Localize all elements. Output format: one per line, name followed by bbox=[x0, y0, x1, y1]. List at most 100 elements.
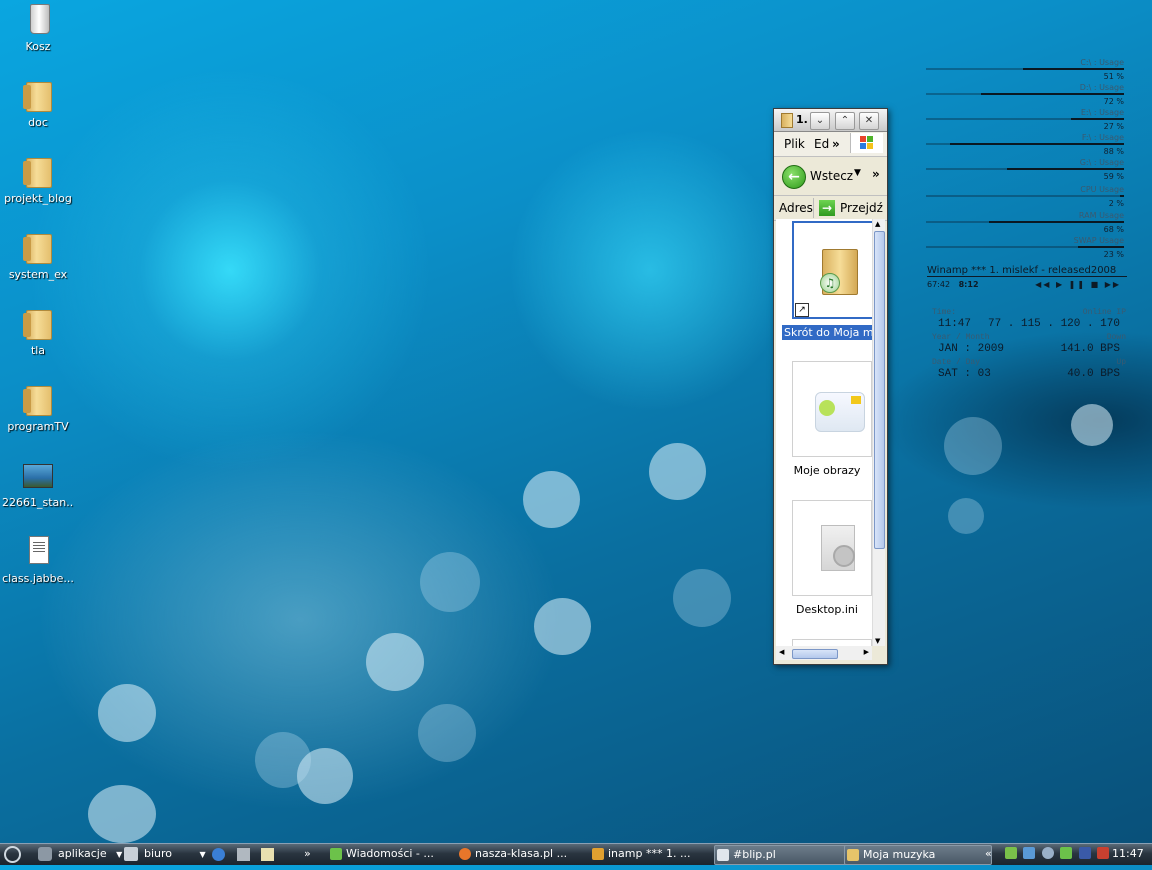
usage-bar-fill bbox=[989, 221, 1124, 223]
monitor-label: G:\ : Usage bbox=[1079, 158, 1124, 167]
toolbar: ← Wstecz ▼ » bbox=[774, 157, 887, 196]
usage-bar-fill bbox=[1120, 195, 1124, 197]
desktop-icon-label: system_ex bbox=[8, 268, 68, 281]
start-menu-label: aplikacje bbox=[58, 847, 107, 860]
usage-bar bbox=[926, 118, 1124, 120]
music-note-icon: ♫ bbox=[820, 273, 840, 293]
desktop-icon-image-file[interactable]: 22661_stan... bbox=[2, 458, 74, 509]
item-thumbnail bbox=[792, 500, 872, 596]
usage-bar-fill bbox=[949, 143, 1124, 145]
desktop-icon-system-ex[interactable]: system_ex bbox=[2, 230, 74, 281]
file-item-shortcut[interactable]: ♫ ↗ Skrót do Moja mu bbox=[782, 221, 872, 340]
winamp-controls[interactable]: ◀◀ ▶ ❚❚ ■ ▶▶ bbox=[1035, 280, 1121, 289]
back-dropdown-icon[interactable]: ▼ bbox=[854, 168, 861, 178]
monitor-value: 68 % bbox=[1103, 225, 1124, 234]
go-arrow-icon[interactable]: → bbox=[819, 200, 835, 216]
desktop-icon-label: 22661_stan... bbox=[2, 496, 74, 509]
back-arrow-icon[interactable]: ← bbox=[782, 165, 806, 189]
back-button-label[interactable]: Wstecz bbox=[810, 169, 853, 183]
file-item-pictures[interactable]: Moje obrazy bbox=[782, 361, 872, 478]
date-day-label: Date / Day bbox=[932, 358, 981, 367]
winamp-time: 67:42 8:12 ◀◀ ▶ ❚❚ ■ ▶▶ bbox=[927, 280, 1127, 289]
item-caption: Skrót do Moja mu bbox=[782, 325, 872, 340]
security-icon[interactable] bbox=[1097, 847, 1109, 859]
scroll-down-icon[interactable]: ▼ bbox=[875, 637, 880, 645]
file-item-partial[interactable] bbox=[782, 639, 872, 646]
task-label: Moja muzyka bbox=[863, 848, 936, 861]
item-thumbnail bbox=[792, 639, 872, 646]
monitor-label: D:\ : Usage bbox=[1079, 83, 1124, 92]
package-icon[interactable] bbox=[236, 847, 250, 861]
office-icon bbox=[124, 847, 138, 861]
monitor-value: 51 % bbox=[1103, 72, 1124, 81]
usage-bar-fill bbox=[1070, 118, 1124, 120]
winamp-total: 8:12 bbox=[958, 280, 979, 289]
menu-edit[interactable]: Ed bbox=[814, 137, 829, 151]
desktop-icon-projekt-blog[interactable]: projekt_blog bbox=[2, 154, 74, 205]
usage-bar-fill bbox=[1007, 168, 1124, 170]
task-button[interactable]: Moja muzyka bbox=[844, 845, 992, 865]
scrollbar-thumb[interactable] bbox=[792, 649, 838, 659]
notepad-icon[interactable] bbox=[261, 847, 274, 861]
maximize-button[interactable]: ⌃ bbox=[835, 112, 855, 130]
task-button[interactable]: Wiadomości - ... bbox=[328, 845, 468, 863]
chevron-down-icon[interactable]: ⌄ bbox=[810, 112, 830, 130]
go-button-label[interactable]: Przejdź bbox=[840, 201, 883, 215]
chat-icon bbox=[330, 848, 342, 860]
monitor-label: SWAP Usage bbox=[1073, 236, 1124, 245]
file-view[interactable]: ♫ ↗ Skrót do Moja mu Moje obrazy Desktop… bbox=[776, 219, 872, 646]
item-thumbnail bbox=[792, 361, 872, 457]
window-icon bbox=[717, 849, 729, 861]
desktop-icon-tla[interactable]: tla bbox=[2, 306, 74, 357]
desktop-icon-label: projekt_blog bbox=[4, 192, 72, 205]
desktop-icon-doc[interactable]: doc bbox=[2, 78, 74, 129]
monitor-value: 72 % bbox=[1103, 97, 1124, 106]
start-menu-button[interactable]: aplikacje ▼ bbox=[38, 844, 122, 865]
monitor-label: F:\ : Usage bbox=[1081, 133, 1124, 142]
item-caption: Desktop.ini bbox=[796, 603, 858, 616]
scroll-right-icon[interactable]: ▶ bbox=[864, 648, 869, 656]
quick-launch-chevron[interactable]: » bbox=[304, 844, 311, 865]
scroll-up-icon[interactable]: ▲ bbox=[875, 220, 880, 228]
vertical-scrollbar[interactable]: ▲ ▼ bbox=[872, 219, 885, 646]
file-item-desktop-ini[interactable]: Desktop.ini bbox=[782, 500, 872, 617]
task-button[interactable]: inamp *** 1. ... bbox=[590, 845, 726, 863]
desktop-icon-text-file[interactable]: class.jabbe... bbox=[2, 534, 74, 585]
desktop-icon-label: Kosz bbox=[25, 40, 51, 53]
address-bar: Adres → Przejdź bbox=[774, 196, 887, 221]
window-titlebar[interactable]: 1. ⌄ ⌃ ✕ bbox=[774, 109, 887, 132]
monitor-row: C:\ : Usage 51 % bbox=[926, 58, 1124, 82]
toolbar-more-chevron[interactable]: » bbox=[872, 167, 880, 181]
desktop-icon-programtv[interactable]: programTV bbox=[2, 382, 74, 433]
scrollbar-thumb[interactable] bbox=[874, 231, 885, 549]
folder-icon bbox=[778, 112, 793, 128]
down-label: Down bbox=[1106, 333, 1126, 342]
up-label: Up bbox=[1116, 358, 1126, 367]
text-file-icon bbox=[29, 536, 49, 564]
close-button[interactable]: ✕ bbox=[859, 112, 879, 130]
task-button[interactable]: #blip.pl bbox=[714, 845, 858, 865]
folder-icon bbox=[23, 234, 52, 264]
explorer-window[interactable]: 1. ⌄ ⌃ ✕ Plik Ed » ← Wstecz ▼ » Adres → … bbox=[773, 108, 888, 665]
menu-bar: Plik Ed » bbox=[774, 132, 887, 157]
power-icon[interactable] bbox=[4, 844, 21, 865]
messenger-icon[interactable] bbox=[1060, 847, 1072, 859]
menu-file[interactable]: Plik bbox=[784, 137, 805, 151]
ip-value: 77 . 115 . 120 . 170 bbox=[987, 318, 1120, 330]
globe-icon[interactable] bbox=[1041, 847, 1054, 859]
scroll-left-icon[interactable]: ◀ bbox=[779, 648, 784, 656]
horizontal-scrollbar[interactable]: ◀ ▶ bbox=[776, 646, 872, 660]
browser-icon[interactable] bbox=[212, 847, 225, 861]
item-thumbnail: ♫ ↗ bbox=[792, 221, 872, 319]
game-icon[interactable] bbox=[1078, 847, 1091, 859]
quick-menu-button[interactable]: biuro ▼ bbox=[124, 844, 206, 865]
tray-chevron[interactable]: « bbox=[985, 844, 992, 865]
clock: 11:47 bbox=[1112, 847, 1144, 860]
firefox-icon bbox=[459, 848, 471, 860]
desktop-icon-trash[interactable]: Kosz bbox=[2, 2, 74, 53]
menu-more-chevron[interactable]: » bbox=[832, 137, 840, 151]
task-button[interactable]: nasza-klasa.pl ... bbox=[457, 845, 599, 863]
monitor-icon[interactable] bbox=[1023, 847, 1035, 859]
usage-bar bbox=[926, 143, 1124, 145]
network-icon[interactable] bbox=[1004, 847, 1017, 859]
